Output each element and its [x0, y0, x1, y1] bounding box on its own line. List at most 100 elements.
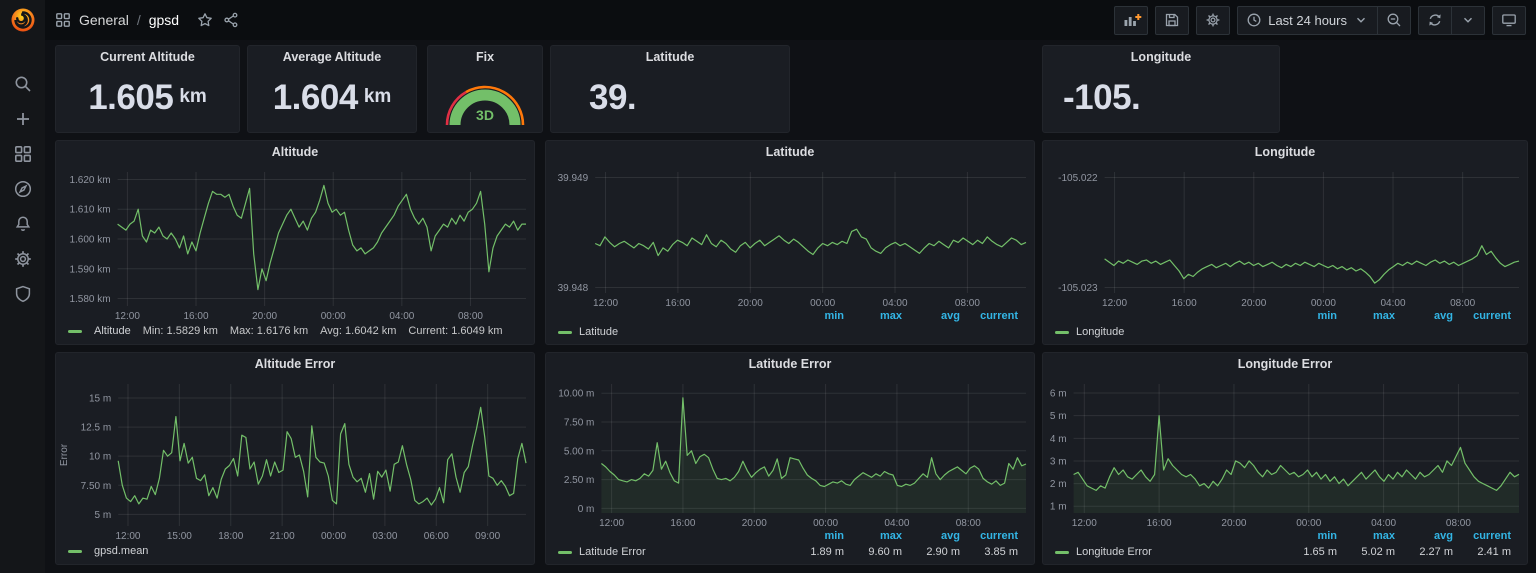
svg-text:2.50 m: 2.50 m [564, 475, 595, 486]
dashboard-settings-button[interactable] [1196, 5, 1231, 35]
legend-series-marker [68, 329, 82, 333]
breadcrumb: General / gpsd [55, 12, 239, 28]
add-panel-button[interactable] [1114, 5, 1149, 35]
svg-text:12:00: 12:00 [115, 531, 140, 542]
panel-altitude-chart: Altitude 1.580 km 1.590 km 1.600 km 1.610 k… [55, 140, 535, 345]
time-range-picker[interactable]: Last 24 hours [1237, 5, 1377, 35]
refresh-interval-dropdown[interactable] [1451, 5, 1485, 35]
svg-text:20:00: 20:00 [252, 311, 277, 322]
time-series-plot[interactable]: -105.023 -105.022 12:00 16:00 20:00 00:00 04:0… [1043, 164, 1527, 310]
legend-series-marker [1055, 330, 1069, 334]
svg-text:00:00: 00:00 [321, 531, 346, 542]
panel-title[interactable]: Longitude [1043, 141, 1527, 164]
panel-title[interactable]: Altitude Error [56, 353, 534, 376]
configuration-gear-icon[interactable] [13, 249, 33, 269]
legend-header-min: min [824, 530, 844, 542]
star-icon[interactable] [197, 12, 213, 28]
legend: Altitude Min: 1.5829 km Max: 1.6176 km A… [56, 323, 534, 344]
svg-text:00:00: 00:00 [810, 298, 835, 309]
stat-unit: km [179, 85, 207, 107]
panel-current-altitude: Current Altitude 1.605 km [55, 45, 240, 133]
svg-text:1 m: 1 m [1050, 502, 1067, 513]
zoom-out-time-button[interactable] [1377, 5, 1411, 35]
alerting-bell-icon[interactable] [13, 214, 33, 234]
panel-title[interactable]: Fix [428, 46, 542, 69]
panel-title[interactable]: Current Altitude [56, 46, 239, 69]
legend-stat-max: Max: 1.6176 km [229, 325, 309, 337]
zoom-out-icon [1386, 12, 1402, 28]
svg-text:15:00: 15:00 [167, 531, 192, 542]
legend-header-min: min [1317, 530, 1337, 542]
svg-text:-105.023: -105.023 [1058, 283, 1098, 294]
panel-title[interactable]: Latitude [551, 46, 789, 69]
panel-title[interactable]: Latitude [546, 141, 1034, 164]
svg-text:15 m: 15 m [89, 393, 111, 404]
svg-text:16:00: 16:00 [670, 518, 695, 529]
panel-fix-gauge: Fix 3D [427, 45, 543, 133]
create-plus-icon[interactable] [13, 109, 33, 129]
explore-compass-icon[interactable] [13, 179, 33, 199]
svg-text:21:00: 21:00 [270, 531, 295, 542]
legend-series-label[interactable]: Latitude [579, 326, 618, 338]
legend-value-min: 1.89 m [810, 546, 844, 558]
panel-latitude-error-chart: Latitude Error 0 m 2.50 m 5.00 m 7.50 m 10.0… [545, 352, 1035, 565]
svg-text:12:00: 12:00 [1102, 298, 1127, 309]
time-series-plot[interactable]: 1.580 km 1.590 km 1.600 km 1.610 km 1.620 km… [56, 164, 534, 323]
monitor-icon [1501, 12, 1517, 28]
time-series-plot[interactable]: 5 m 7.50 m 10 m 12.5 m 15 m 12:00 15:00 18:00 21… [56, 376, 534, 543]
svg-text:00:00: 00:00 [321, 311, 346, 322]
svg-text:04:00: 04:00 [1381, 298, 1406, 309]
admin-shield-icon[interactable] [13, 284, 33, 304]
dashboards-icon[interactable] [13, 144, 33, 164]
save-dashboard-button[interactable] [1155, 5, 1190, 35]
svg-text:1.580 km: 1.580 km [69, 294, 110, 305]
time-series-plot[interactable]: 1 m 2 m 3 m 4 m 5 m 6 m 12:00 16:00 20:00 00:00 04… [1043, 376, 1527, 530]
svg-text:12:00: 12:00 [599, 518, 624, 529]
panel-average-altitude: Average Altitude 1.604 km [247, 45, 417, 133]
panel-title[interactable]: Average Altitude [248, 46, 416, 69]
svg-text:5.00 m: 5.00 m [564, 446, 595, 457]
legend-series-label[interactable]: Latitude Error [579, 546, 646, 558]
breadcrumb-folder[interactable]: General [79, 12, 129, 28]
time-series-plot[interactable]: 39.948 39.949 12:00 16:00 20:00 00:00 04:00 08:… [546, 164, 1034, 310]
panel-title[interactable]: Altitude [56, 141, 534, 164]
legend-value-avg: 2.90 m [926, 546, 960, 558]
breadcrumb-dashboard[interactable]: gpsd [149, 12, 179, 28]
legend-series-label[interactable]: Longitude [1076, 326, 1124, 338]
fix-gauge: 3D [428, 69, 542, 132]
time-range-label: Last 24 hours [1268, 12, 1347, 28]
legend-header-max: max [1372, 310, 1395, 322]
panel-title[interactable]: Longitude Error [1043, 353, 1527, 376]
legend-series-label[interactable]: Longitude Error [1076, 546, 1152, 558]
svg-text:08:00: 08:00 [956, 518, 981, 529]
svg-text:08:00: 08:00 [955, 298, 980, 309]
refresh-button[interactable] [1418, 5, 1451, 35]
legend-header-current: current [1473, 530, 1511, 542]
svg-text:20:00: 20:00 [1241, 298, 1266, 309]
svg-text:00:00: 00:00 [1311, 298, 1336, 309]
panel-title[interactable]: Longitude [1043, 46, 1279, 69]
legend-header-avg: avg [941, 310, 960, 322]
legend-series-label[interactable]: gpsd.mean [94, 545, 148, 557]
legend-series-label[interactable]: Altitude [94, 325, 131, 337]
share-icon[interactable] [223, 12, 239, 28]
svg-text:12:00: 12:00 [593, 298, 618, 309]
svg-text:03:00: 03:00 [372, 531, 397, 542]
search-icon[interactable] [13, 74, 33, 94]
legend-stat-avg: Avg: 1.6042 km [320, 325, 397, 337]
legend-value-avg: 2.27 m [1419, 546, 1453, 558]
grafana-logo[interactable] [9, 6, 37, 34]
tv-kiosk-mode-button[interactable] [1492, 5, 1526, 35]
panel-title[interactable]: Latitude Error [546, 353, 1034, 376]
svg-text:00:00: 00:00 [813, 518, 838, 529]
legend: min max avg current Longitude [1043, 310, 1527, 344]
legend-series-marker [68, 549, 82, 553]
legend-series-marker [1055, 550, 1069, 554]
svg-text:18:00: 18:00 [218, 531, 243, 542]
legend-header-max: max [879, 310, 902, 322]
breadcrumb-separator: / [136, 12, 141, 28]
legend-header-min: min [1317, 310, 1337, 322]
svg-text:-105.022: -105.022 [1058, 173, 1098, 184]
time-series-plot[interactable]: 0 m 2.50 m 5.00 m 7.50 m 10.00 m 12:00 16:00 20… [546, 376, 1034, 530]
dashboard-grid-icon [55, 12, 71, 28]
